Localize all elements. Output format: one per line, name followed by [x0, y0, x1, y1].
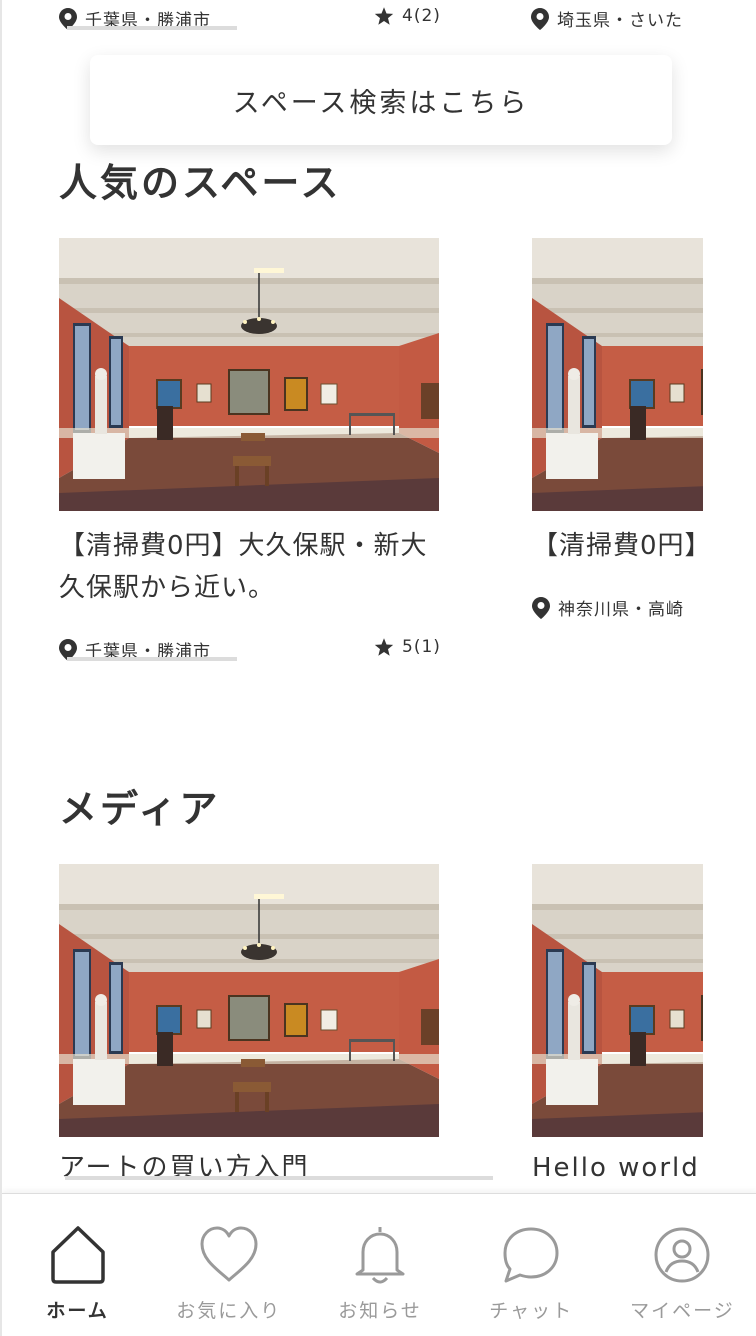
location-pin-icon — [531, 8, 549, 30]
media-carousel[interactable]: アートの買い方入門 Hello world! — [59, 864, 703, 1193]
popular-spaces-carousel[interactable]: 【清掃費0円】大久保駅・新大久保駅から近い。 千葉県・勝浦市 5(1) 【清掃費… — [59, 238, 703, 668]
rating-text: 5(1) — [402, 637, 441, 657]
media-card[interactable]: アートの買い方入門 — [59, 864, 493, 1185]
nav-label: マイページ — [630, 1300, 735, 1322]
page: 千葉県・勝浦市 4(2) 埼玉県・さいた スペース検索はこちら 人気のスペース … — [0, 0, 756, 1336]
nav-favorites[interactable]: お気に入り — [153, 1194, 304, 1336]
media-thumbnail — [59, 864, 439, 1137]
location-pin-icon — [532, 597, 550, 619]
location-meta: 神奈川県・高崎 — [532, 595, 684, 620]
rating-text: 4(2) — [402, 6, 441, 26]
location-text: 神奈川県・高崎 — [558, 600, 684, 620]
loading-bar — [67, 26, 237, 30]
loading-bar — [67, 657, 237, 661]
user-circle-icon — [654, 1227, 710, 1283]
nav-notifications[interactable]: お知らせ — [304, 1194, 455, 1336]
nav-label: お気に入り — [176, 1300, 282, 1322]
popular-spaces-heading: 人気のスペース — [59, 161, 342, 205]
bell-icon — [355, 1227, 405, 1284]
nav-label: チャット — [489, 1300, 574, 1322]
media-heading: メディア — [59, 787, 221, 831]
space-card[interactable]: 【清掃費0円】大久保駅から 神奈川県・高崎 — [532, 238, 703, 649]
space-card-title: 【清掃費0円】大久保駅から — [532, 531, 703, 561]
media-thumbnail — [532, 864, 703, 1137]
space-thumbnail — [532, 238, 703, 511]
media-card-title: Hello world! — [532, 1153, 703, 1183]
rating-meta: 4(2) — [374, 6, 441, 26]
loading-bar — [65, 1176, 493, 1180]
heart-icon — [200, 1226, 258, 1282]
nav-label: お知らせ — [338, 1300, 422, 1322]
rating-meta: 5(1) — [374, 637, 441, 657]
chat-bubble-icon — [503, 1227, 559, 1283]
space-card[interactable]: 【清掃費0円】大久保駅・新大久保駅から近い。 千葉県・勝浦市 5(1) — [59, 238, 441, 668]
nav-label: ホーム — [46, 1300, 109, 1322]
space-thumbnail — [59, 238, 439, 511]
location-text: 埼玉県・さいた — [557, 11, 683, 31]
nav-mypage[interactable]: マイページ — [607, 1194, 756, 1336]
nav-home[interactable]: ホーム — [2, 1194, 153, 1336]
nav-chat[interactable]: チャット — [456, 1194, 607, 1336]
star-icon — [374, 6, 394, 26]
location-meta-next: 埼玉県・さいた — [531, 6, 703, 31]
bottom-navigation: ホーム お気に入り お知らせ チャット マイページ — [2, 1193, 756, 1336]
home-icon — [50, 1226, 105, 1284]
previous-card-meta-row: 千葉県・勝浦市 4(2) 埼玉県・さいた — [59, 0, 756, 36]
space-card-title: 【清掃費0円】大久保駅・新大久保駅から近い。 — [59, 531, 428, 603]
media-card[interactable]: Hello world! — [532, 864, 703, 1185]
space-search-button[interactable]: スペース検索はこちら — [90, 55, 672, 145]
star-icon — [374, 637, 394, 657]
